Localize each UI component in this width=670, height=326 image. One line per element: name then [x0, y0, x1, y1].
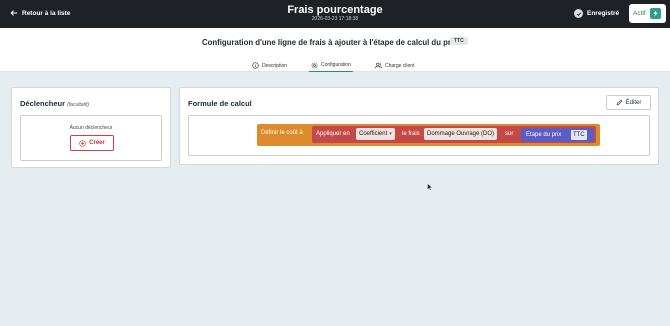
title-block: Frais pourcentage 2026-03-23 17:18:38 — [0, 4, 670, 23]
set-cost-block[interactable]: Définir le coût à Appliquer en Coefficie… — [257, 124, 600, 146]
trigger-panel-title: Déclencheur (facultatif) — [20, 99, 89, 108]
tab-configuration[interactable]: Configuration — [309, 59, 353, 72]
fee-value: Dommage Ouvrage (DO) — [427, 131, 495, 137]
active-toggle[interactable]: Actif — [629, 4, 666, 23]
tab-bar: Description Configuration Charge client — [0, 59, 670, 72]
page-title: Frais pourcentage — [287, 4, 383, 16]
users-icon — [375, 62, 382, 69]
tab-description[interactable]: Description — [252, 59, 287, 72]
save-status: Enregistré — [574, 9, 619, 18]
edit-label: Éditer — [625, 99, 642, 106]
formula-panel-title: Formule de calcul — [188, 99, 252, 108]
trigger-panel: Déclencheur (facultatif) Aucun déclenche… — [11, 87, 171, 168]
fee-label: le frais — [402, 131, 420, 137]
active-toggle-label: Actif — [633, 10, 646, 17]
set-cost-label: Définir le coût à — [261, 130, 303, 136]
tab-charge-client-label: Charge client — [385, 62, 415, 69]
create-label: Créer — [89, 140, 105, 146]
plus-circle-icon — [79, 139, 86, 147]
edit-button[interactable]: Éditer — [606, 95, 651, 110]
fee-field[interactable]: Dommage Ouvrage (DO) — [424, 128, 498, 140]
price-stage-block[interactable]: Etape du prix TTC — [521, 128, 594, 142]
tab-configuration-label: Configuration — [321, 62, 351, 68]
info-circle-icon — [252, 62, 259, 69]
formula-box: Définir le coût à Appliquer en Coefficie… — [188, 115, 650, 156]
top-bar: Retour à la liste Frais pourcentage 2026… — [0, 0, 670, 28]
check-circle-icon — [574, 9, 583, 18]
stage-field[interactable]: TTC — [571, 130, 587, 140]
optional-label: (facultatif) — [67, 102, 90, 108]
formula-panel: Formule de calcul Éditer Définir le coût… — [179, 87, 659, 165]
apply-fee-block[interactable]: Appliquer en Coefficient ▾ le frais Domm… — [312, 126, 596, 143]
config-title: Configuration d'une ligne de frais à ajo… — [202, 38, 458, 47]
mouse-cursor-icon — [427, 183, 433, 191]
apply-label: Appliquer en — [316, 131, 350, 137]
chevron-down-icon: ▾ — [389, 131, 392, 137]
timestamp: 2026-03-23 17:18:38 — [311, 16, 359, 22]
on-label: sur — [505, 131, 514, 137]
create-trigger-button[interactable]: Créer — [70, 135, 114, 151]
tab-description-label: Description — [262, 62, 288, 69]
save-status-label: Enregistré — [587, 10, 620, 17]
ttc-badge: TTC — [450, 37, 468, 45]
page-header: Configuration d'une ligne de frais à ajo… — [0, 28, 670, 72]
mode-value: Coefficient — [359, 131, 388, 137]
no-trigger-text: Aucun déclencheur — [69, 125, 113, 131]
tab-charge-client[interactable]: Charge client — [375, 59, 414, 72]
mode-dropdown[interactable]: Coefficient ▾ — [356, 128, 395, 140]
gear-icon — [311, 62, 318, 68]
stage-label: Etape du prix — [526, 132, 562, 138]
trigger-box: Aucun déclencheur Créer — [20, 115, 162, 161]
lightning-icon — [649, 8, 661, 19]
trigger-title: Déclencheur — [20, 99, 66, 108]
pencil-icon — [616, 99, 623, 106]
